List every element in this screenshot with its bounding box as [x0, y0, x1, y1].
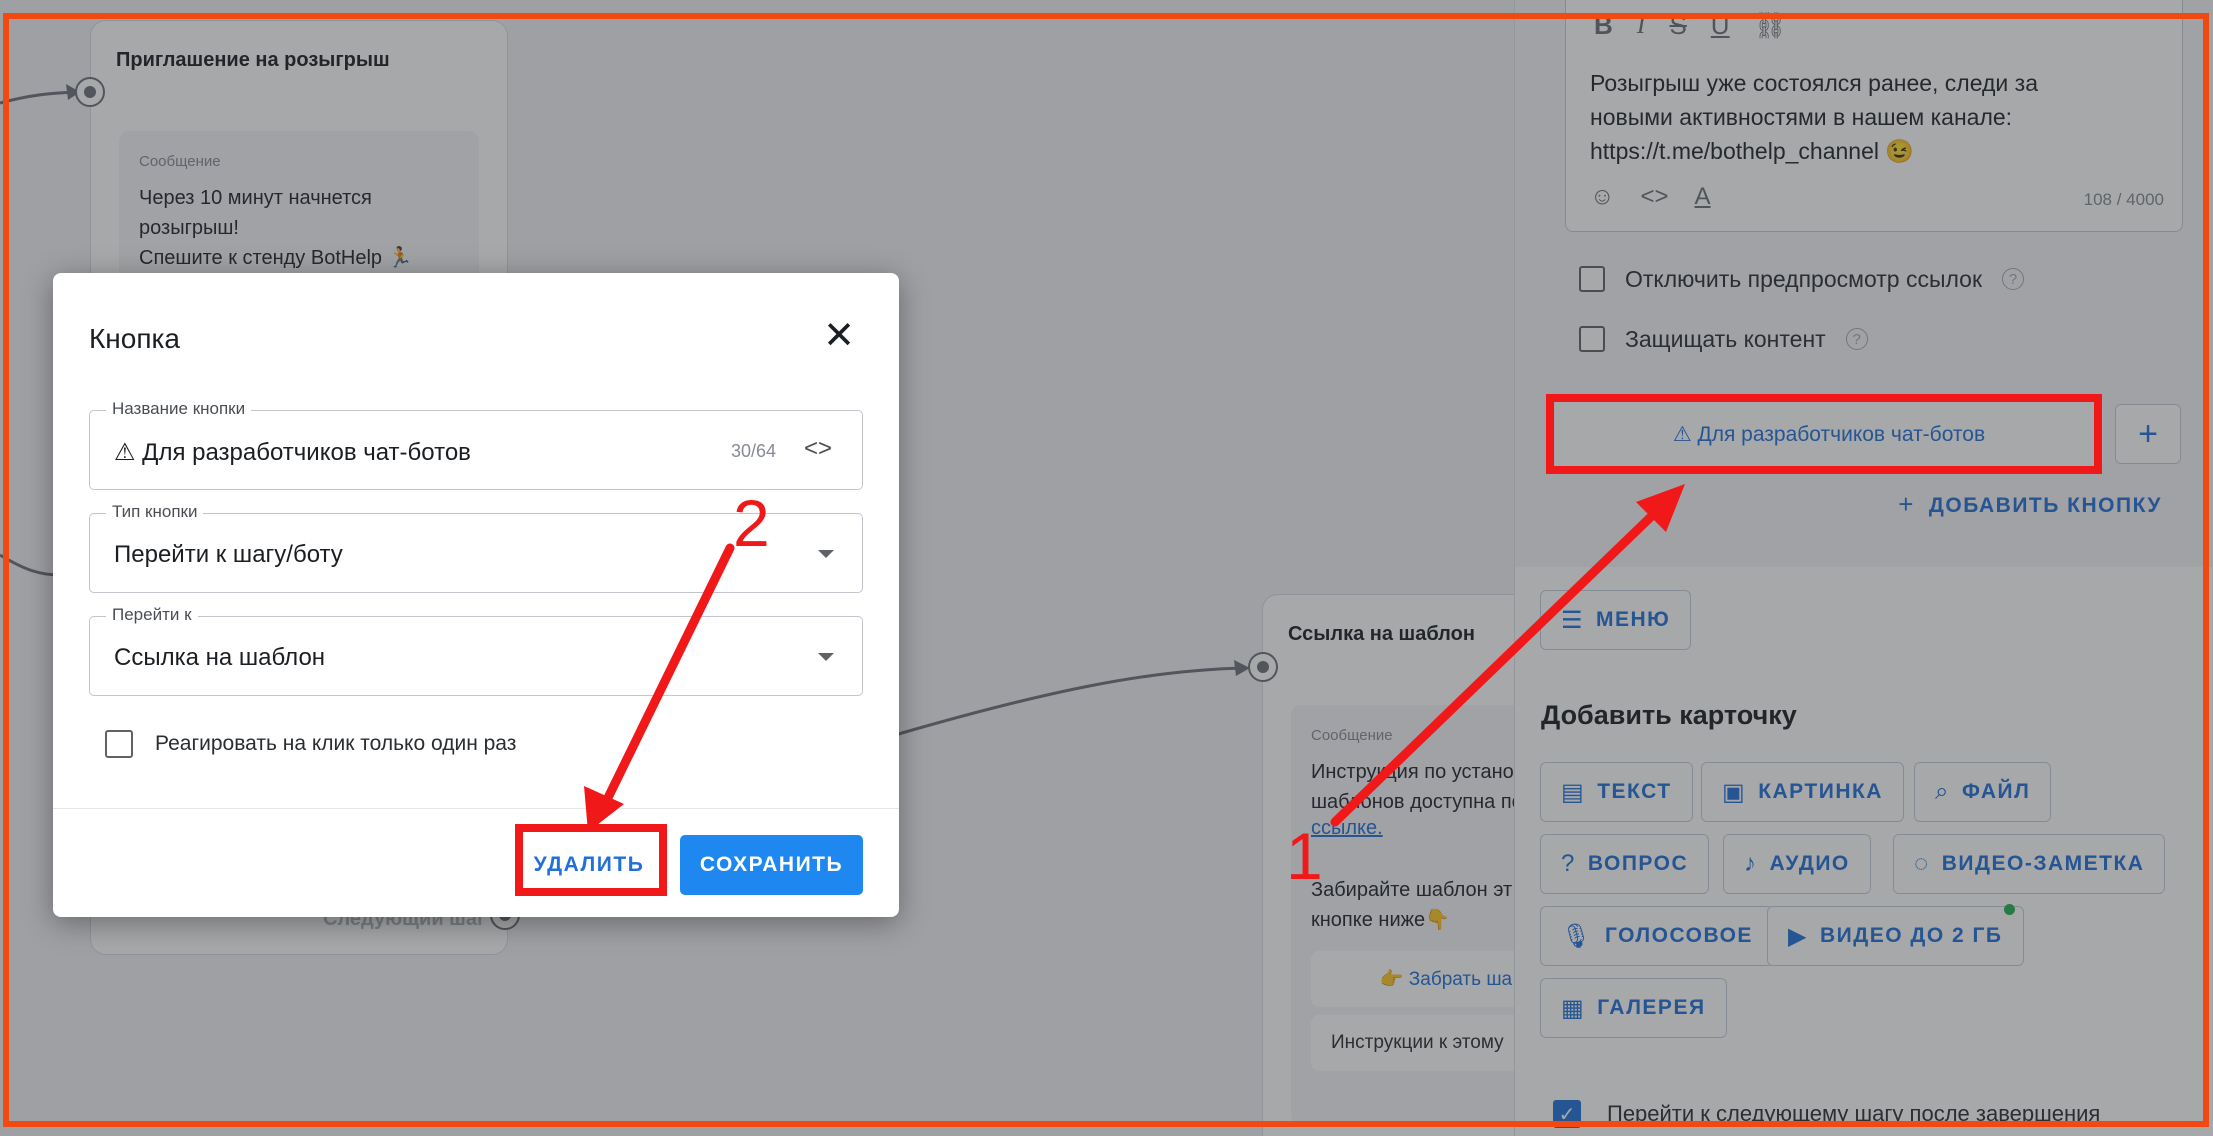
- char-counter: 30/64: [730, 441, 776, 461]
- selected-value: Перейти к шагу/боту: [114, 541, 343, 568]
- react-once-checkbox[interactable]: [105, 730, 133, 758]
- field-label: Название кнопки: [106, 399, 252, 419]
- annotation-number-2: 2: [733, 486, 770, 560]
- field-value[interactable]: ⚠ Для разработчиков чат-ботов: [114, 438, 471, 467]
- dialog-title: Кнопка: [89, 323, 180, 354]
- close-icon[interactable]: ✕: [823, 317, 855, 355]
- chevron-down-icon[interactable]: [818, 550, 834, 558]
- field-label: Перейти к: [106, 605, 198, 625]
- button-name-value: ⚠ Для разработчиков чат-ботов: [114, 439, 471, 466]
- selected-value: Ссылка на шаблон: [114, 644, 326, 671]
- goto-select[interactable]: Перейти к Ссылка на шаблон: [89, 605, 863, 696]
- save-button[interactable]: СОХРАНИТЬ: [680, 835, 863, 895]
- react-once-label: Реагировать на клик только один раз: [155, 732, 517, 755]
- highlight-keyboard-button: [1546, 394, 2102, 474]
- code-icon[interactable]: <>: [804, 435, 832, 463]
- button-dialog: Кнопка ✕ Название кнопки ⚠ Для разработч…: [53, 273, 899, 917]
- react-once-row[interactable]: Реагировать на клик только один раз: [105, 730, 516, 758]
- highlight-delete-button: [515, 824, 667, 896]
- button-name-field[interactable]: Название кнопки ⚠ Для разработчиков чат-…: [89, 399, 863, 490]
- chevron-down-icon[interactable]: [818, 653, 834, 661]
- field-label: Тип кнопки: [106, 502, 204, 522]
- annotation-number-1: 1: [1286, 819, 1323, 893]
- dialog-divider: [53, 808, 899, 809]
- flow-canvas[interactable]: Приглашение на розыгрыш Сообщение Через …: [0, 0, 2213, 1136]
